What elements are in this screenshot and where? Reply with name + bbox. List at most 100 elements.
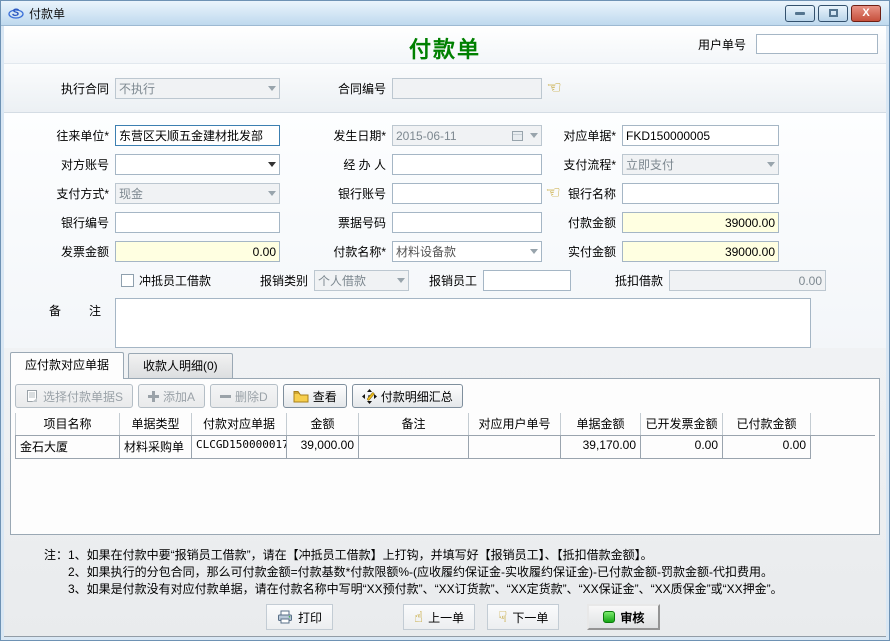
bank-code-input[interactable]: [115, 212, 280, 233]
cell-amount: 39,000.00: [287, 436, 359, 459]
contract-band: 执行合同 不执行 合同编号 ☜: [4, 63, 886, 113]
minimize-button[interactable]: [785, 5, 815, 22]
restore-button[interactable]: [818, 5, 848, 22]
tab-strip: 应付款对应单据 收款人明细(0): [10, 354, 880, 378]
date-value: 2015-06-11: [396, 129, 457, 143]
cell-doc-no: CLCGD150000017: [192, 436, 287, 459]
col-amount[interactable]: 金额: [287, 413, 359, 435]
counterparty-input[interactable]: [115, 125, 280, 146]
reimburse-employee-input[interactable]: [483, 270, 571, 291]
window-title: 付款单: [29, 5, 65, 22]
payment-detail-summary-button[interactable]: 付款明细汇总: [352, 384, 463, 408]
select-payment-doc-button[interactable]: 选择付款单据S: [15, 384, 133, 408]
bank-name-input[interactable]: [622, 183, 779, 204]
cell-user-no: [469, 436, 561, 459]
prev-doc-button[interactable]: ☝ 上一单: [403, 604, 475, 630]
add-button[interactable]: 添加A: [138, 384, 205, 408]
date-label: 发生日期*: [280, 127, 392, 144]
col-doc-no[interactable]: 付款对应单据: [192, 413, 287, 435]
cell-paid: 0.00: [723, 436, 811, 459]
delete-button[interactable]: 删除D: [210, 384, 278, 408]
col-doc-amount[interactable]: 单据金额: [561, 413, 641, 435]
counterparty-label: 往来单位*: [4, 127, 115, 144]
user-no-label: 用户单号: [698, 36, 752, 53]
chevron-down-icon: [397, 278, 405, 283]
next-doc-button[interactable]: ☟ 下一单: [487, 604, 559, 630]
note-line-3: 3、如果是付款没有对应付款单据，请在付款名称中写明“XX预付款”、“XX订货款”…: [44, 581, 880, 598]
form-header: 付款单 用户单号: [4, 26, 886, 63]
svg-text:S: S: [12, 7, 20, 19]
col-project[interactable]: 项目名称: [15, 413, 120, 435]
bank-name-label: 银行名称: [564, 185, 622, 202]
tab-payee-detail[interactable]: 收款人明细(0): [128, 353, 233, 378]
chevron-down-icon: [530, 133, 538, 138]
cell-remark: [359, 436, 469, 459]
pay-method-combo[interactable]: 现金: [115, 183, 280, 204]
memo-textarea[interactable]: [115, 298, 811, 348]
exec-contract-value: 不执行: [119, 80, 155, 97]
col-remark[interactable]: 备注: [359, 413, 469, 435]
invoice-amount-label: 发票金额: [4, 243, 115, 260]
chevron-down-icon: [767, 162, 775, 167]
view-button[interactable]: 查看: [283, 384, 347, 408]
pay-flow-combo[interactable]: 立即支付: [622, 154, 779, 175]
bank-account-input[interactable]: [392, 183, 542, 204]
date-picker[interactable]: 2015-06-11: [392, 125, 542, 146]
user-no-input[interactable]: [756, 34, 878, 54]
pay-name-label: 付款名称*: [280, 243, 392, 260]
summary-arrows-icon: [362, 389, 377, 404]
green-square-icon: [603, 611, 615, 623]
calendar-icon: [512, 131, 523, 141]
chevron-down-icon: [530, 249, 538, 254]
app-logo-icon: S: [7, 5, 24, 22]
handler-label: 经 办 人: [280, 156, 392, 173]
window-frame: 付款单 用户单号 执行合同 不执行 合同编号 ☜ 往来单位* 发生日期* 2: [1, 26, 889, 641]
pay-method-label: 支付方式*: [4, 185, 115, 202]
bill-no-input[interactable]: [392, 212, 542, 233]
tab-payable-docs[interactable]: 应付款对应单据: [10, 352, 124, 379]
exec-contract-label: 执行合同: [4, 80, 115, 97]
reimburse-type-combo[interactable]: 个人借款: [314, 270, 409, 291]
pay-amount-label: 付款金额: [564, 214, 622, 231]
table-row[interactable]: 金石大厦 材料采购单 CLCGD150000017 39,000.00 39,1…: [15, 436, 875, 459]
note-line-2: 2、如果执行的分包合同，那么可付款金额=付款基数*付款限额%-(应收履约保证金-…: [44, 564, 880, 581]
cell-project: 金石大厦: [15, 436, 120, 459]
handler-input[interactable]: [392, 154, 542, 175]
notes-block: 注：1、如果在付款中要“报销员工借款”，请在【冲抵员工借款】上打钩，并填写好【报…: [10, 535, 880, 598]
cell-invoiced: 0.00: [641, 436, 723, 459]
cell-doc-type: 材料采购单: [120, 436, 192, 459]
col-doc-type[interactable]: 单据类型: [120, 413, 192, 435]
ref-doc-label: 对应单据*: [542, 127, 622, 144]
docs-panel: 选择付款单据S 添加A 删除D 查看: [10, 378, 880, 535]
actual-amount-label: 实付金额: [564, 243, 622, 260]
col-user-no[interactable]: 对应用户单号: [469, 413, 561, 435]
actual-amount-field: 39000.00: [622, 241, 779, 262]
pay-flow-value: 立即支付: [626, 156, 674, 173]
select-contract-hand-icon[interactable]: ☜: [546, 80, 561, 97]
ref-doc-input[interactable]: [622, 125, 779, 146]
col-paid[interactable]: 已付款金额: [723, 413, 811, 435]
pay-method-value: 现金: [119, 185, 143, 202]
hand-down-icon: ☟: [498, 610, 507, 625]
hand-up-icon: ☝: [414, 610, 423, 625]
contract-no-input[interactable]: [392, 78, 542, 99]
invoice-amount-field: 0.00: [115, 241, 280, 262]
footer-bar: 打印 ☝ 上一单 ☟ 下一单 审核: [10, 598, 880, 636]
audit-button[interactable]: 审核: [587, 604, 660, 630]
close-button[interactable]: X: [851, 5, 881, 22]
deduct-loan-label: 抵扣借款: [571, 272, 669, 289]
title-bar: S 付款单 X: [1, 1, 889, 26]
other-account-label: 对方账号: [4, 156, 115, 173]
other-account-combo[interactable]: [115, 154, 280, 175]
select-bank-hand-icon[interactable]: ☜: [545, 185, 560, 202]
print-button[interactable]: 打印: [266, 604, 333, 630]
form-area: 往来单位* 发生日期* 2015-06-11 对应单据* 对方账号 经 办 人 …: [4, 113, 886, 348]
offset-employee-loan-checkbox[interactable]: [121, 274, 134, 287]
panel-toolbar: 选择付款单据S 添加A 删除D 查看: [13, 383, 877, 413]
col-invoiced[interactable]: 已开发票金额: [641, 413, 723, 435]
chevron-down-icon: [268, 191, 276, 196]
pay-name-combo[interactable]: 材料设备款: [392, 241, 542, 262]
pay-flow-label: 支付流程*: [542, 156, 622, 173]
exec-contract-combo[interactable]: 不执行: [115, 78, 280, 99]
note-line-1: 注：1、如果在付款中要“报销员工借款”，请在【冲抵员工借款】上打钩，并填写好【报…: [44, 547, 880, 564]
